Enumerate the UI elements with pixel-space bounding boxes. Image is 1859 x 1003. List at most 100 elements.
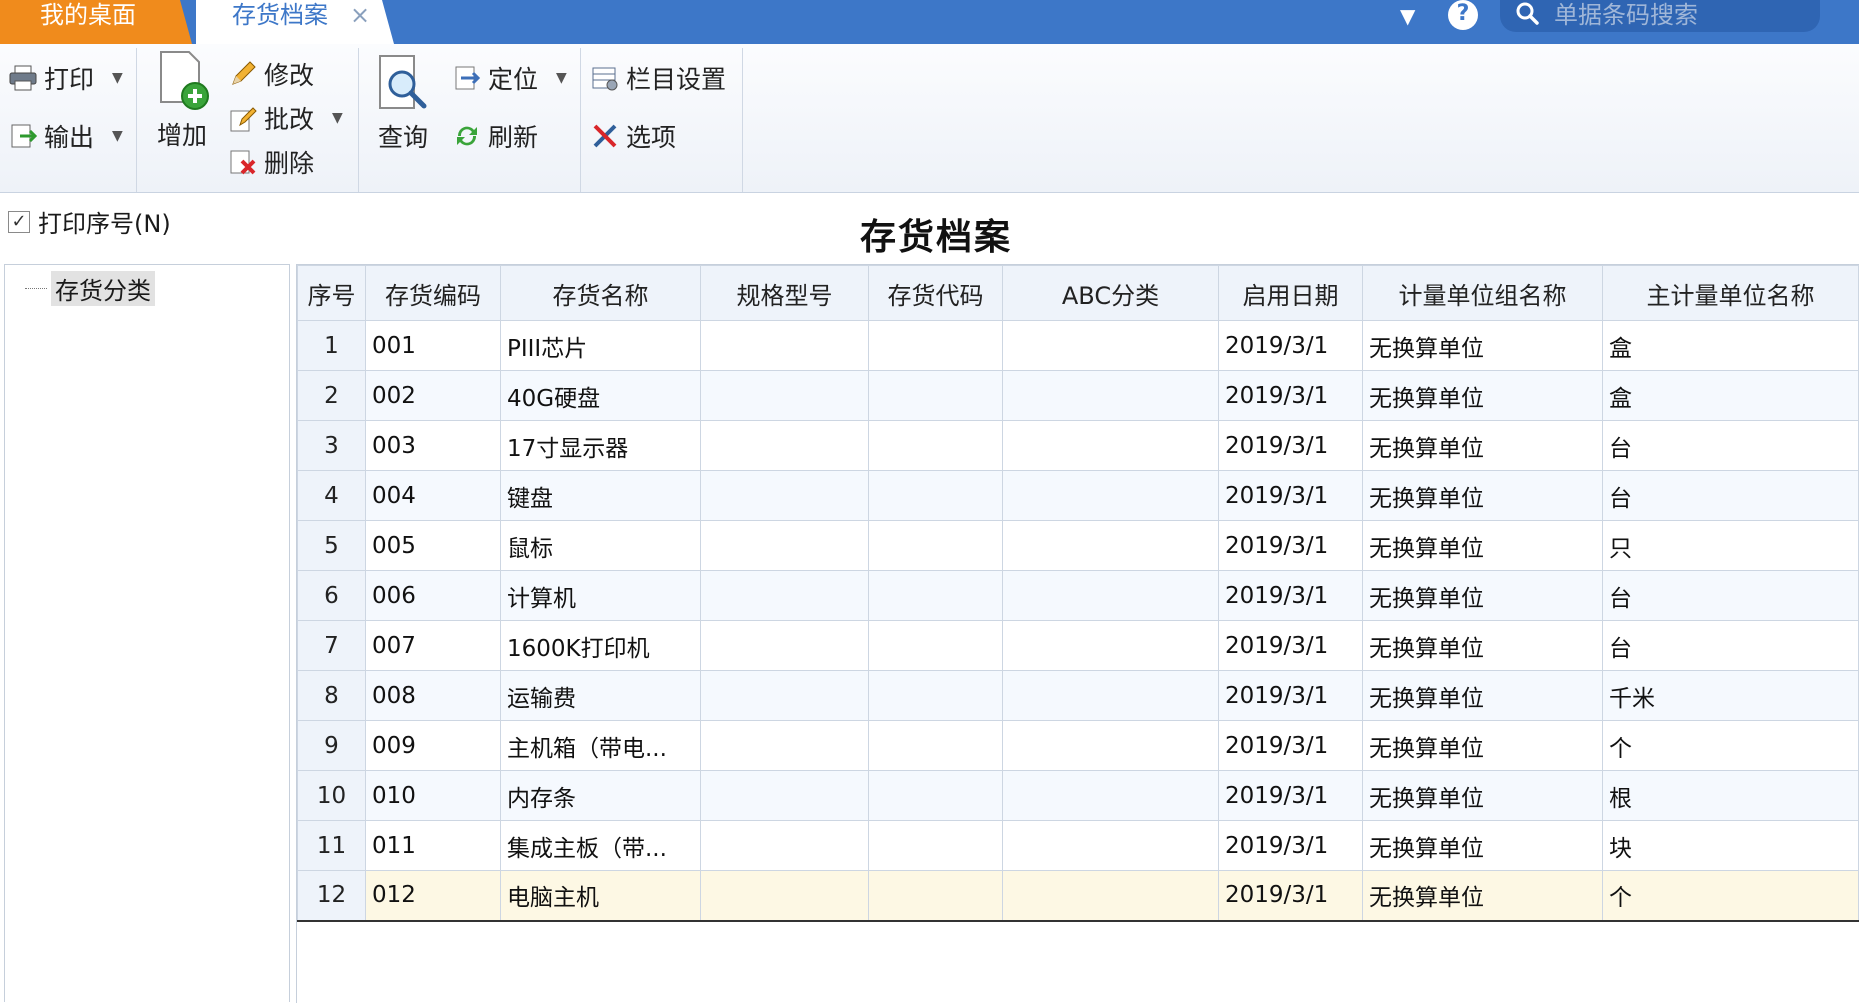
cell-main-unit[interactable]: 只 [1602, 520, 1859, 571]
cell-inventory-code[interactable] [868, 370, 1003, 421]
column-settings-button[interactable]: 栏目设置 [590, 60, 726, 96]
cell-name[interactable]: 运输费 [500, 670, 701, 721]
cell-name[interactable]: PIII芯片 [500, 320, 701, 371]
column-header-unit-group[interactable]: 计量单位组名称 [1362, 265, 1603, 321]
column-header-main-unit[interactable]: 主计量单位名称 [1602, 265, 1859, 321]
search-icon[interactable] [1514, 0, 1540, 26]
cell-inventory-code[interactable] [868, 620, 1003, 671]
column-header-spec[interactable]: 规格型号 [700, 265, 869, 321]
cell-unit-group[interactable]: 无换算单位 [1362, 320, 1603, 371]
cell-start-date[interactable]: 2019/3/1 [1218, 320, 1363, 371]
close-icon[interactable]: × [350, 0, 370, 30]
cell-abc[interactable] [1002, 820, 1219, 871]
cell-code[interactable]: 004 [365, 470, 501, 521]
cell-unit-group[interactable]: 无换算单位 [1362, 620, 1603, 671]
cell-start-date[interactable]: 2019/3/1 [1218, 370, 1363, 421]
cell-seq[interactable]: 1 [297, 320, 366, 371]
cell-abc[interactable] [1002, 620, 1219, 671]
cell-inventory-code[interactable] [868, 770, 1003, 821]
cell-main-unit[interactable]: 个 [1602, 870, 1859, 922]
cell-seq[interactable]: 9 [297, 720, 366, 771]
table-row[interactable]: 5 005 鼠标 2019/3/1 无换算单位只 [297, 520, 1859, 571]
cell-code[interactable]: 005 [365, 520, 501, 571]
cell-abc[interactable] [1002, 720, 1219, 771]
table-row[interactable]: 1 001 PIII芯片 2019/3/1 无换算单位盒 [297, 320, 1859, 371]
table-row[interactable]: 2 002 40G硬盘 2019/3/1 无换算单位盒 [297, 370, 1859, 421]
cell-start-date[interactable]: 2019/3/1 [1218, 520, 1363, 571]
column-header-code[interactable]: 存货编码 [365, 265, 501, 321]
cell-spec[interactable] [700, 520, 869, 571]
cell-code[interactable]: 007 [365, 620, 501, 671]
chevron-down-icon[interactable]: ▼ [112, 70, 123, 86]
table-row[interactable]: 7 007 1600K打印机 2019/3/1 无换算单位台 [297, 620, 1859, 671]
cell-main-unit[interactable]: 台 [1602, 620, 1859, 671]
cell-name[interactable]: 集成主板（带... [500, 820, 701, 871]
cell-code[interactable]: 009 [365, 720, 501, 771]
cell-name[interactable]: 鼠标 [500, 520, 701, 571]
table-row[interactable]: 10 010 内存条 2019/3/1 无换算单位根 [297, 770, 1859, 821]
checkbox-checked-icon[interactable]: ✓ [8, 210, 30, 233]
cell-main-unit[interactable]: 台 [1602, 470, 1859, 521]
cell-abc[interactable] [1002, 370, 1219, 421]
cell-name[interactable]: 键盘 [500, 470, 701, 521]
column-header-name[interactable]: 存货名称 [500, 265, 701, 321]
cell-abc[interactable] [1002, 870, 1219, 922]
cell-inventory-code[interactable] [868, 520, 1003, 571]
cell-spec[interactable] [700, 770, 869, 821]
add-button[interactable]: 增加 [150, 50, 214, 152]
cell-spec[interactable] [700, 720, 869, 771]
tree-node-inventory-category[interactable]: 存货分类 [25, 271, 155, 306]
cell-seq[interactable]: 5 [297, 520, 366, 571]
cell-spec[interactable] [700, 320, 869, 371]
cell-main-unit[interactable]: 盒 [1602, 320, 1859, 371]
cell-code[interactable]: 003 [365, 420, 501, 471]
cell-abc[interactable] [1002, 520, 1219, 571]
cell-abc[interactable] [1002, 670, 1219, 721]
cell-inventory-code[interactable] [868, 820, 1003, 871]
cell-unit-group[interactable]: 无换算单位 [1362, 570, 1603, 621]
cell-code[interactable]: 006 [365, 570, 501, 621]
cell-code[interactable]: 011 [365, 820, 501, 871]
cell-inventory-code[interactable] [868, 870, 1003, 922]
print-sequence-checkbox[interactable]: ✓ 打印序号(N) [8, 204, 171, 239]
cell-start-date[interactable]: 2019/3/1 [1218, 770, 1363, 821]
cell-name[interactable]: 主机箱（带电... [500, 720, 701, 771]
cell-unit-group[interactable]: 无换算单位 [1362, 820, 1603, 871]
cell-spec[interactable] [700, 370, 869, 421]
cell-start-date[interactable]: 2019/3/1 [1218, 420, 1363, 471]
help-icon[interactable]: ? [1448, 0, 1478, 30]
tab-inventory-archive[interactable]: 存货档案 × [196, 0, 394, 44]
cell-seq[interactable]: 11 [297, 820, 366, 871]
cell-name[interactable]: 1600K打印机 [500, 620, 701, 671]
cell-name[interactable]: 40G硬盘 [500, 370, 701, 421]
cell-name[interactable]: 内存条 [500, 770, 701, 821]
cell-start-date[interactable]: 2019/3/1 [1218, 870, 1363, 922]
delete-button[interactable]: 删除 [228, 144, 314, 180]
cell-seq[interactable]: 7 [297, 620, 366, 671]
cell-unit-group[interactable]: 无换算单位 [1362, 370, 1603, 421]
cell-spec[interactable] [700, 570, 869, 621]
cell-inventory-code[interactable] [868, 720, 1003, 771]
cell-seq[interactable]: 3 [297, 420, 366, 471]
cell-abc[interactable] [1002, 570, 1219, 621]
cell-start-date[interactable]: 2019/3/1 [1218, 620, 1363, 671]
cell-unit-group[interactable]: 无换算单位 [1362, 770, 1603, 821]
cell-start-date[interactable]: 2019/3/1 [1218, 820, 1363, 871]
cell-main-unit[interactable]: 块 [1602, 820, 1859, 871]
cell-abc[interactable] [1002, 320, 1219, 371]
cell-inventory-code[interactable] [868, 570, 1003, 621]
cell-seq[interactable]: 6 [297, 570, 366, 621]
cell-spec[interactable] [700, 470, 869, 521]
cell-name[interactable]: 电脑主机 [500, 870, 701, 922]
query-button[interactable]: 查询 [370, 54, 436, 154]
cell-inventory-code[interactable] [868, 670, 1003, 721]
column-header-start-date[interactable]: 启用日期 [1218, 265, 1363, 321]
cell-main-unit[interactable]: 盒 [1602, 370, 1859, 421]
cell-unit-group[interactable]: 无换算单位 [1362, 470, 1603, 521]
cell-name[interactable]: 计算机 [500, 570, 701, 621]
cell-code[interactable]: 002 [365, 370, 501, 421]
table-row[interactable]: 12 012 电脑主机 2019/3/1 无换算单位个 [297, 870, 1859, 922]
cell-code[interactable]: 001 [365, 320, 501, 371]
table-row[interactable]: 6 006 计算机 2019/3/1 无换算单位台 [297, 570, 1859, 621]
cell-seq[interactable]: 12 [297, 870, 366, 922]
